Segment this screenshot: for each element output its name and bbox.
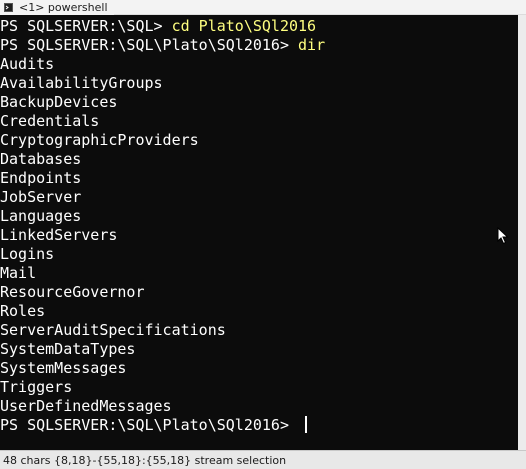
console-line: ResourceGovernor xyxy=(0,283,325,302)
output-text: AvailabilityGroups xyxy=(0,74,163,92)
text-cursor xyxy=(305,416,308,433)
console-line: AvailabilityGroups xyxy=(0,74,325,93)
console-lines: PS SQLSERVER:\SQL> cd Plato\SQl2016 PS SQ… xyxy=(0,17,325,435)
output-text: UserDefinedMessages xyxy=(0,397,172,415)
command-text: dir xyxy=(298,36,326,54)
output-text: Triggers xyxy=(0,378,73,396)
console-line: Triggers xyxy=(0,378,325,397)
status-text: 48 chars {8,18}-{55,18}:{55,18} stream s… xyxy=(3,453,287,467)
console-line: Databases xyxy=(0,150,325,169)
prompt-text: PS SQLSERVER:\SQL> xyxy=(0,17,172,35)
tab-powershell[interactable]: <1> powershell xyxy=(0,0,114,15)
output-text: Audits xyxy=(0,55,55,73)
console-line: SystemDataTypes xyxy=(0,340,325,359)
prompt-text: PS SQLSERVER:\SQL\Plato\SQl2016> xyxy=(0,36,299,54)
console-line: Mail xyxy=(0,264,325,283)
output-text: Roles xyxy=(0,302,46,320)
console-line: BackupDevices xyxy=(0,93,325,112)
output-text: SystemDataTypes xyxy=(0,340,136,358)
console-line: PS SQLSERVER:\SQL\Plato\SQl2016> dir xyxy=(0,36,325,55)
mouse-pointer-icon xyxy=(497,226,509,245)
console-line: UserDefinedMessages xyxy=(0,397,325,416)
output-text: ResourceGovernor xyxy=(0,283,145,301)
console-line: CryptographicProviders xyxy=(0,131,325,150)
console-output[interactable]: PS SQLSERVER:\SQL> cd Plato\SQl2016 PS SQ… xyxy=(0,15,518,450)
output-text: ServerAuditSpecifications xyxy=(0,321,226,339)
output-text: Logins xyxy=(0,245,55,263)
console-line: Audits xyxy=(0,55,325,74)
console-line: Credentials xyxy=(0,112,325,131)
console-line: Endpoints xyxy=(0,169,325,188)
output-text: SystemMessages xyxy=(0,359,127,377)
output-text: Endpoints xyxy=(0,169,82,187)
console-line: LinkedServers xyxy=(0,226,325,245)
terminal-window: <1> powershell PS SQLSERVER:\SQL> cd Pla… xyxy=(0,0,526,469)
console-line: SystemMessages xyxy=(0,359,325,378)
output-text: BackupDevices xyxy=(0,93,118,111)
console-line: Logins xyxy=(0,245,325,264)
output-text: Languages xyxy=(0,207,82,225)
output-text: CryptographicProviders xyxy=(0,131,199,149)
console-line: PS SQLSERVER:\SQL> cd Plato\SQl2016 xyxy=(0,17,325,36)
prompt-text: PS SQLSERVER:\SQL\Plato\SQl2016> xyxy=(0,416,299,434)
output-text: Mail xyxy=(0,264,37,282)
console-line: Roles xyxy=(0,302,325,321)
tab-label: <1> powershell xyxy=(19,1,108,14)
terminal-icon xyxy=(3,3,13,13)
output-text: Credentials xyxy=(0,112,100,130)
vertical-scrollbar[interactable] xyxy=(518,15,526,450)
console-line: PS SQLSERVER:\SQL\Plato\SQl2016> xyxy=(0,416,325,435)
output-text: Databases xyxy=(0,150,82,168)
console-line: ServerAuditSpecifications xyxy=(0,321,325,340)
output-text: JobServer xyxy=(0,188,82,206)
status-bar: 48 chars {8,18}-{55,18}:{55,18} stream s… xyxy=(0,450,526,469)
console-line: JobServer xyxy=(0,188,325,207)
console-line: Languages xyxy=(0,207,325,226)
tab-bar: <1> powershell xyxy=(0,0,526,15)
command-text: cd Plato\SQl2016 xyxy=(171,17,317,35)
output-text: LinkedServers xyxy=(0,226,118,244)
